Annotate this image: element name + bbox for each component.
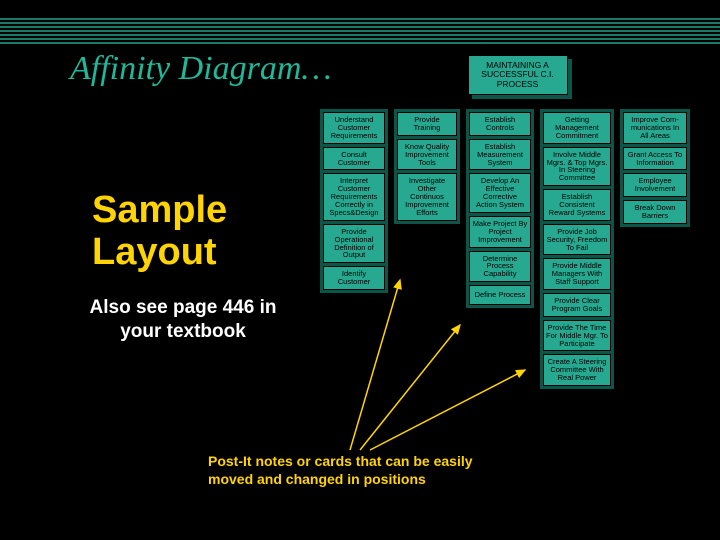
affinity-card: Identify Customer: [323, 266, 385, 290]
affinity-card: Grant Access To Information: [623, 147, 687, 171]
affinity-card: Determine Process Capability: [469, 251, 531, 283]
sample-layout-heading: SampleLayout: [92, 190, 227, 274]
decorative-stripes: [0, 18, 720, 46]
affinity-card: Investigate Other Continuos Improvement …: [397, 173, 457, 220]
affinity-column: Getting Management CommitmentInvolve Mid…: [540, 109, 614, 389]
affinity-card: Improve Com-munications In All Areas: [623, 112, 687, 144]
affinity-card: Provide Clear Program Goals: [543, 293, 611, 317]
affinity-card: Provide Job Security, Freedom To Fail: [543, 224, 611, 256]
slide-title: Affinity Diagram…: [70, 50, 332, 88]
affinity-card: Understand Customer Requirements: [323, 112, 385, 144]
affinity-card: Develop An Effective Corrective Action S…: [469, 173, 531, 213]
affinity-card: Define Process: [469, 285, 531, 305]
affinity-column: Understand Customer Requirements Consult …: [320, 109, 388, 293]
affinity-card: Establish Measurement System: [469, 139, 531, 171]
affinity-card: Interpret Customer Requirements Correctl…: [323, 173, 385, 220]
affinity-card: Know Quality Improvement Tools: [397, 139, 457, 171]
affinity-card: Establish Controls: [469, 112, 531, 136]
affinity-card: Provide Operational Definition of Output: [323, 224, 385, 264]
affinity-card: Break Down Barriers: [623, 200, 687, 224]
affinity-card: Provide Middle Managers With Staff Suppo…: [543, 258, 611, 290]
affinity-card: Consult Customer: [323, 147, 385, 171]
affinity-column: Establish Controls Establish Measurement …: [466, 109, 534, 308]
affinity-card: Employee Involvement: [623, 173, 687, 197]
affinity-card: Involve Middle Mgrs. & Top Mgrs. In Stee…: [543, 147, 611, 187]
affinity-column: Improve Com-munications In All Areas Gran…: [620, 109, 690, 227]
diagram-root-card: MAINTAINING A SUCCESSFUL C.I. PROCESS: [468, 55, 568, 95]
affinity-diagram: MAINTAINING A SUCCESSFUL C.I. PROCESS Un…: [320, 55, 715, 389]
affinity-card: Getting Management Commitment: [543, 112, 611, 144]
affinity-card: Make Project By Project Improvement: [469, 216, 531, 248]
affinity-column: Provide Training Know Quality Improvement…: [394, 109, 460, 224]
textbook-reference: Also see page 446 in your textbook: [88, 296, 278, 344]
affinity-card: Establish Consistent Reward Systems: [543, 189, 611, 221]
affinity-card: Provide The Time For Middle Mgr. To Part…: [543, 320, 611, 352]
postit-caption: Post-It notes or cards that can be easil…: [208, 452, 508, 488]
affinity-card: Create A Steering Committee With Real Po…: [543, 354, 611, 386]
affinity-card: Provide Training: [397, 112, 457, 136]
diagram-root-label: MAINTAINING A SUCCESSFUL C.I. PROCESS: [468, 55, 568, 95]
